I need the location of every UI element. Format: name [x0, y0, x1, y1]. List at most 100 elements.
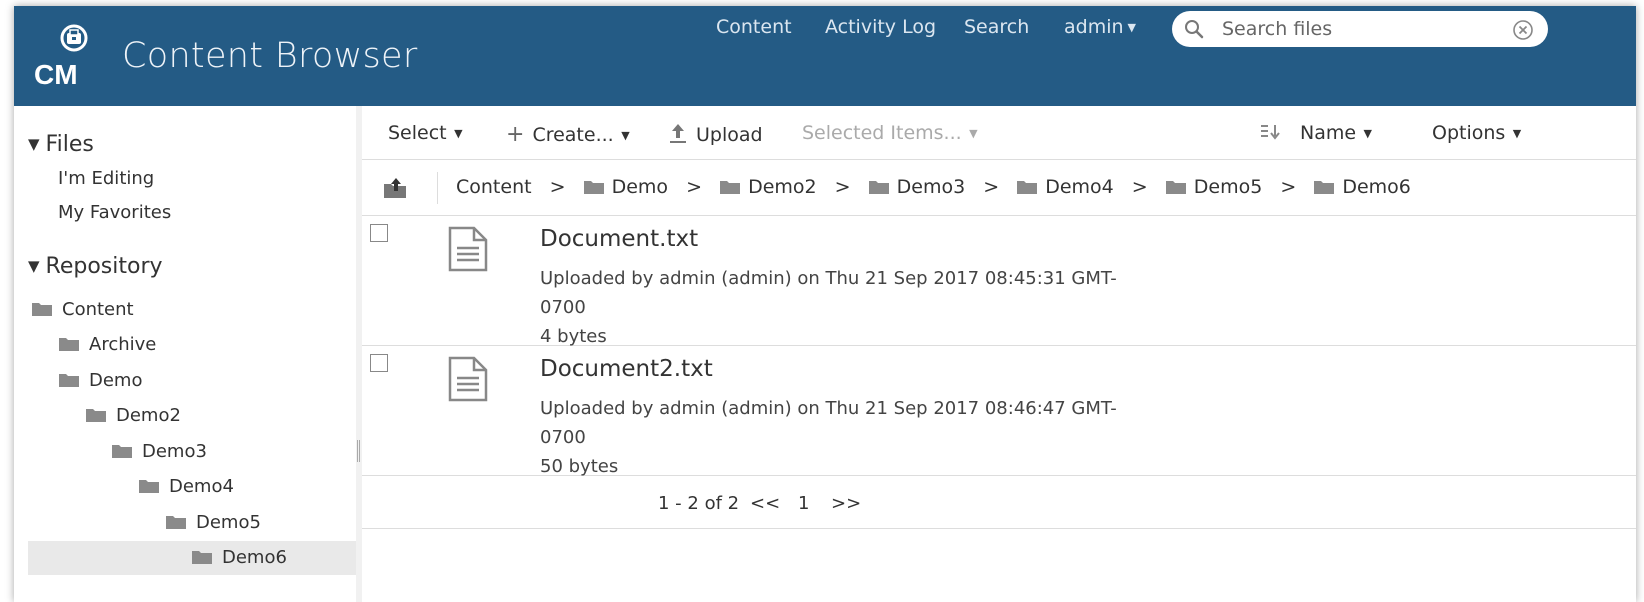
breadcrumb-demo3[interactable]: Demo3	[868, 176, 966, 198]
selected-items-label: Selected Items...	[802, 122, 962, 144]
sort-icon	[1261, 125, 1280, 140]
nav-content[interactable]: Content	[716, 16, 792, 38]
create-menu-button[interactable]: + Create... ▼	[506, 122, 630, 147]
breadcrumb-separator: >	[1131, 176, 1148, 198]
file-row: Document.txt Uploaded by admin (admin) o…	[362, 216, 1636, 347]
file-meta: Uploaded by admin (admin) on Thu 21 Sep …	[540, 264, 1120, 351]
tree-item-demo2[interactable]: Demo2	[86, 399, 356, 433]
tree-item-demo6[interactable]: Demo6	[28, 541, 356, 575]
app-title: Content Browser	[122, 36, 418, 76]
toolbar: Select ▼ + Create... ▼ Upload Selected It…	[362, 106, 1636, 160]
breadcrumb-label: Demo	[611, 176, 669, 198]
folder-icon	[192, 551, 212, 564]
breadcrumb-separator: >	[834, 176, 851, 198]
select-label: Select	[388, 122, 447, 144]
file-uploaded-info: Uploaded by admin (admin) on Thu 21 Sep …	[540, 398, 1117, 419]
tree-item-demo4[interactable]: Demo4	[139, 470, 356, 504]
caret-down-icon: ▼	[1127, 21, 1137, 34]
sidebar-link-im-editing[interactable]: I'm Editing	[58, 168, 154, 189]
tree-item-demo5[interactable]: Demo5	[166, 506, 356, 540]
folder-icon	[583, 181, 604, 194]
file-select-checkbox[interactable]	[370, 224, 388, 242]
tree-item-demo[interactable]: Demo	[59, 364, 356, 398]
logo-text: CM	[34, 59, 78, 90]
caret-down-icon: ▼	[965, 127, 978, 140]
folder-icon	[32, 303, 52, 316]
folder-icon	[1314, 181, 1335, 194]
folder-icon	[112, 445, 132, 458]
breadcrumb-demo4[interactable]: Demo4	[1017, 176, 1114, 198]
breadcrumb-label: Demo3	[896, 176, 966, 198]
breadcrumb-divider	[437, 172, 438, 204]
splitter-grip-icon	[357, 440, 360, 462]
breadcrumb-label: Demo6	[1342, 176, 1411, 198]
tree-item-label: Demo3	[142, 441, 207, 462]
folder-icon	[59, 374, 79, 387]
breadcrumb-demo5[interactable]: Demo5	[1165, 176, 1262, 198]
sort-menu-button[interactable]: Name ▼	[1260, 122, 1372, 144]
pagination-prev-button[interactable]: <<	[750, 493, 780, 514]
pagination: 1 - 2 of 2 << 1 >>	[362, 475, 1636, 529]
nav-search[interactable]: Search	[964, 16, 1029, 38]
files-heading: Files	[45, 132, 94, 157]
caret-down-icon: ▼	[617, 129, 630, 142]
file-uploaded-info-tz: 0700	[540, 297, 586, 318]
user-menu[interactable]: admin ▼	[1064, 16, 1136, 38]
tree-item-label: Archive	[89, 334, 157, 355]
file-name-link[interactable]: Document.txt	[540, 226, 698, 252]
app-header: CM Content Browser Content Activity Log …	[14, 6, 1636, 106]
folder-icon	[1165, 181, 1186, 194]
breadcrumb-demo[interactable]: Demo	[583, 176, 669, 198]
tree-item-label: Demo2	[116, 405, 181, 426]
tree-item-label: Demo6	[222, 547, 287, 568]
breadcrumb-separator: >	[1280, 176, 1297, 198]
tree-item-archive[interactable]: Archive	[59, 328, 356, 362]
search-input[interactable]	[1222, 15, 1502, 43]
options-label: Options	[1432, 122, 1506, 144]
pagination-range: 1 - 2 of 2	[658, 493, 740, 514]
files-section-toggle[interactable]: ▼ Files	[28, 132, 94, 157]
caret-down-icon: ▼	[1360, 127, 1373, 140]
select-menu-button[interactable]: Select ▼	[388, 122, 463, 144]
folder-icon	[166, 516, 186, 529]
repository-heading: Repository	[45, 254, 163, 279]
up-folder-icon[interactable]	[382, 176, 410, 200]
folder-icon	[1017, 181, 1038, 194]
file-name-link[interactable]: Document2.txt	[540, 356, 713, 382]
nav-activity-log[interactable]: Activity Log	[825, 16, 936, 38]
plus-icon: +	[506, 122, 525, 147]
breadcrumb-label: Demo2	[748, 176, 817, 198]
file-uploaded-info: Uploaded by admin (admin) on Thu 21 Sep …	[540, 268, 1117, 289]
pagination-page-1[interactable]: 1	[798, 493, 809, 514]
search-box	[1172, 11, 1548, 47]
file-meta: Uploaded by admin (admin) on Thu 21 Sep …	[540, 394, 1120, 481]
expanded-triangle-icon: ▼	[28, 135, 40, 153]
caret-down-icon: ▼	[1509, 127, 1522, 140]
tree-item-content[interactable]: Content	[32, 293, 356, 327]
pagination-next-button[interactable]: >>	[831, 493, 861, 514]
breadcrumb-demo2[interactable]: Demo2	[720, 176, 817, 198]
tree-item-label: Demo	[89, 370, 143, 391]
expanded-triangle-icon: ▼	[28, 257, 40, 275]
selected-items-menu-button[interactable]: Selected Items... ▼	[802, 122, 978, 144]
breadcrumb-demo6[interactable]: Demo6	[1314, 176, 1411, 198]
file-select-checkbox[interactable]	[370, 354, 388, 372]
caret-down-icon: ▼	[450, 127, 463, 140]
tree-item-demo3[interactable]: Demo3	[112, 435, 356, 469]
document-icon[interactable]	[446, 356, 490, 402]
main-panel: Select ▼ + Create... ▼ Upload Selected It…	[362, 106, 1636, 602]
file-uploaded-info-tz: 0700	[540, 427, 586, 448]
sidebar: ▼ Files I'm Editing My Favorites ▼ Reposit…	[14, 106, 356, 602]
sidebar-link-my-favorites[interactable]: My Favorites	[58, 202, 171, 223]
document-icon[interactable]	[446, 226, 490, 272]
user-name: admin	[1064, 16, 1124, 38]
file-row: Document2.txt Uploaded by admin (admin) …	[362, 346, 1636, 477]
clear-icon[interactable]	[1512, 19, 1534, 41]
logo-icon: CM	[34, 24, 88, 90]
repository-section-toggle[interactable]: ▼ Repository	[28, 254, 163, 279]
breadcrumb-content[interactable]: Content	[456, 176, 532, 198]
options-menu-button[interactable]: Options ▼	[1432, 122, 1521, 144]
folder-icon	[59, 338, 79, 351]
upload-button[interactable]: Upload	[668, 122, 763, 146]
search-icon	[1185, 20, 1204, 39]
